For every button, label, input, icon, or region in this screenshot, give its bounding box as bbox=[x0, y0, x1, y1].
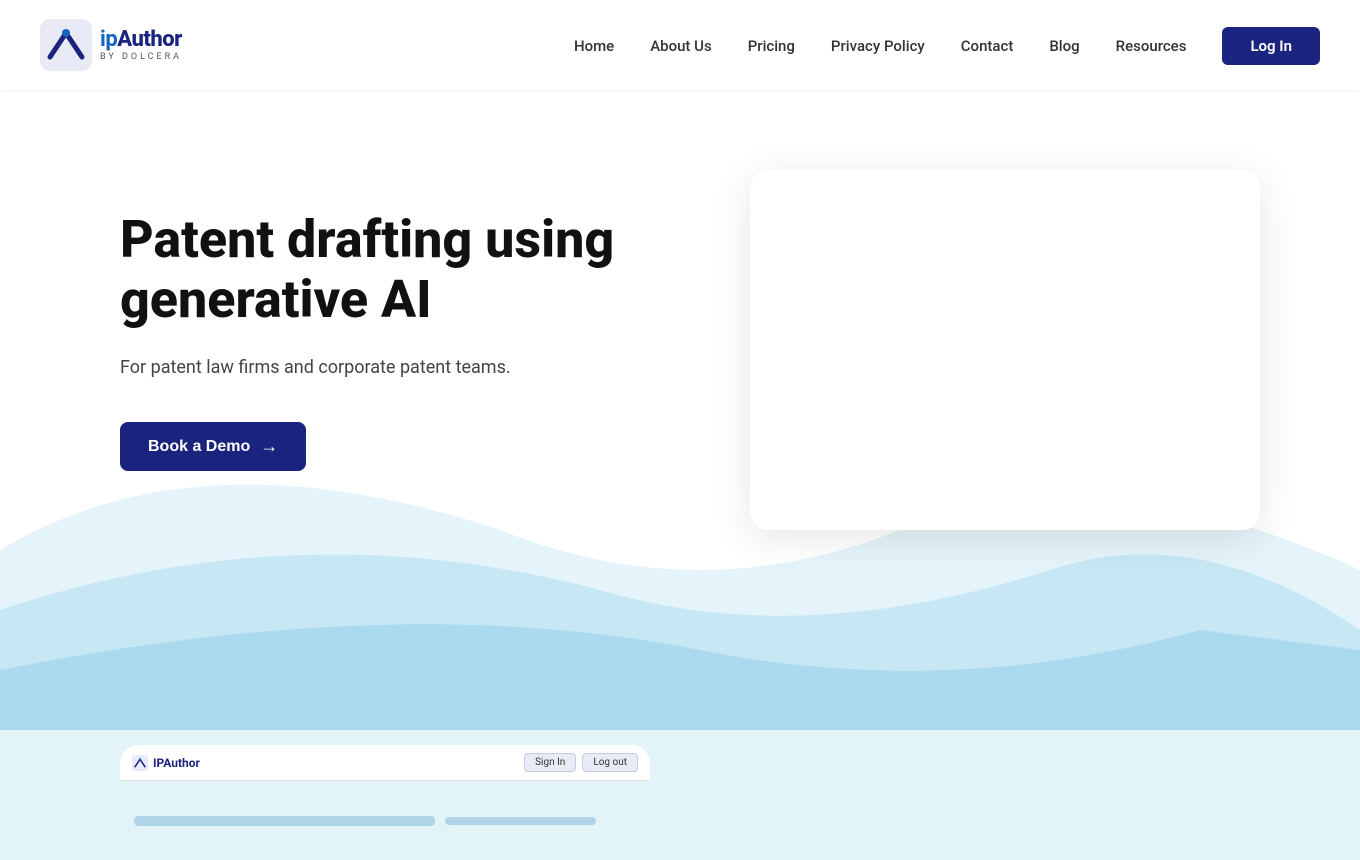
book-demo-label: Book a Demo bbox=[148, 438, 250, 456]
bottom-logo-icon bbox=[132, 755, 148, 771]
bottom-card-logo: IPAuthor bbox=[132, 755, 200, 771]
content-line-1 bbox=[134, 816, 435, 826]
sidebar-item-resources[interactable]: Resources bbox=[1116, 36, 1187, 55]
nav-link-resources[interactable]: Resources bbox=[1116, 37, 1187, 55]
bottom-card-header: IPAuthor Sign In Log out bbox=[120, 745, 650, 781]
logout-button[interactable]: Log out bbox=[582, 753, 638, 772]
sidebar-item-privacy[interactable]: Privacy Policy bbox=[831, 36, 925, 55]
nav-link-blog[interactable]: Blog bbox=[1049, 37, 1079, 55]
nav-link-home[interactable]: Home bbox=[574, 37, 614, 55]
hero-left: Patent drafting using generative AI For … bbox=[120, 150, 680, 471]
hero-title: Patent drafting using generative AI bbox=[120, 210, 680, 330]
bottom-section: IPAuthor Sign In Log out bbox=[0, 730, 1360, 860]
login-button[interactable]: Log In bbox=[1222, 27, 1320, 65]
logo-sub-text: BY DOLCERA bbox=[100, 53, 182, 62]
sidebar-item-home[interactable]: Home bbox=[574, 36, 614, 55]
hero-card bbox=[750, 170, 1260, 530]
bottom-card-buttons: Sign In Log out bbox=[524, 753, 638, 772]
hero-subtitle: For patent law firms and corporate paten… bbox=[120, 354, 680, 383]
logo-main-text: ipAuthor bbox=[100, 29, 182, 51]
content-line-2 bbox=[445, 817, 596, 825]
nav-link-contact[interactable]: Contact bbox=[961, 37, 1014, 55]
logo-text: ipAuthor BY DOLCERA bbox=[100, 29, 182, 62]
nav-link-about[interactable]: About Us bbox=[650, 37, 712, 55]
sidebar-item-about[interactable]: About Us bbox=[650, 36, 712, 55]
sidebar-item-pricing[interactable]: Pricing bbox=[748, 36, 795, 55]
nav-links: Home About Us Pricing Privacy Policy Con… bbox=[574, 36, 1320, 55]
hero-section: Patent drafting using generative AI For … bbox=[0, 90, 1360, 730]
hero-content: Patent drafting using generative AI For … bbox=[0, 90, 1360, 730]
bottom-app-card: IPAuthor Sign In Log out bbox=[120, 745, 650, 860]
bottom-logo-text: IPAuthor bbox=[153, 756, 200, 770]
signin-button[interactable]: Sign In bbox=[524, 753, 576, 772]
sidebar-item-blog[interactable]: Blog bbox=[1049, 36, 1079, 55]
login-item[interactable]: Log In bbox=[1222, 36, 1320, 55]
logo[interactable]: ipAuthor BY DOLCERA bbox=[40, 19, 182, 71]
nav-link-privacy[interactable]: Privacy Policy bbox=[831, 37, 925, 55]
bottom-card-content bbox=[120, 781, 650, 860]
nav-link-pricing[interactable]: Pricing bbox=[748, 37, 795, 55]
sidebar-item-contact[interactable]: Contact bbox=[961, 36, 1014, 55]
logo-icon bbox=[40, 19, 92, 71]
book-demo-button[interactable]: Book a Demo → bbox=[120, 422, 306, 471]
arrow-icon: → bbox=[260, 436, 278, 457]
navbar: ipAuthor BY DOLCERA Home About Us Pricin… bbox=[0, 0, 1360, 90]
